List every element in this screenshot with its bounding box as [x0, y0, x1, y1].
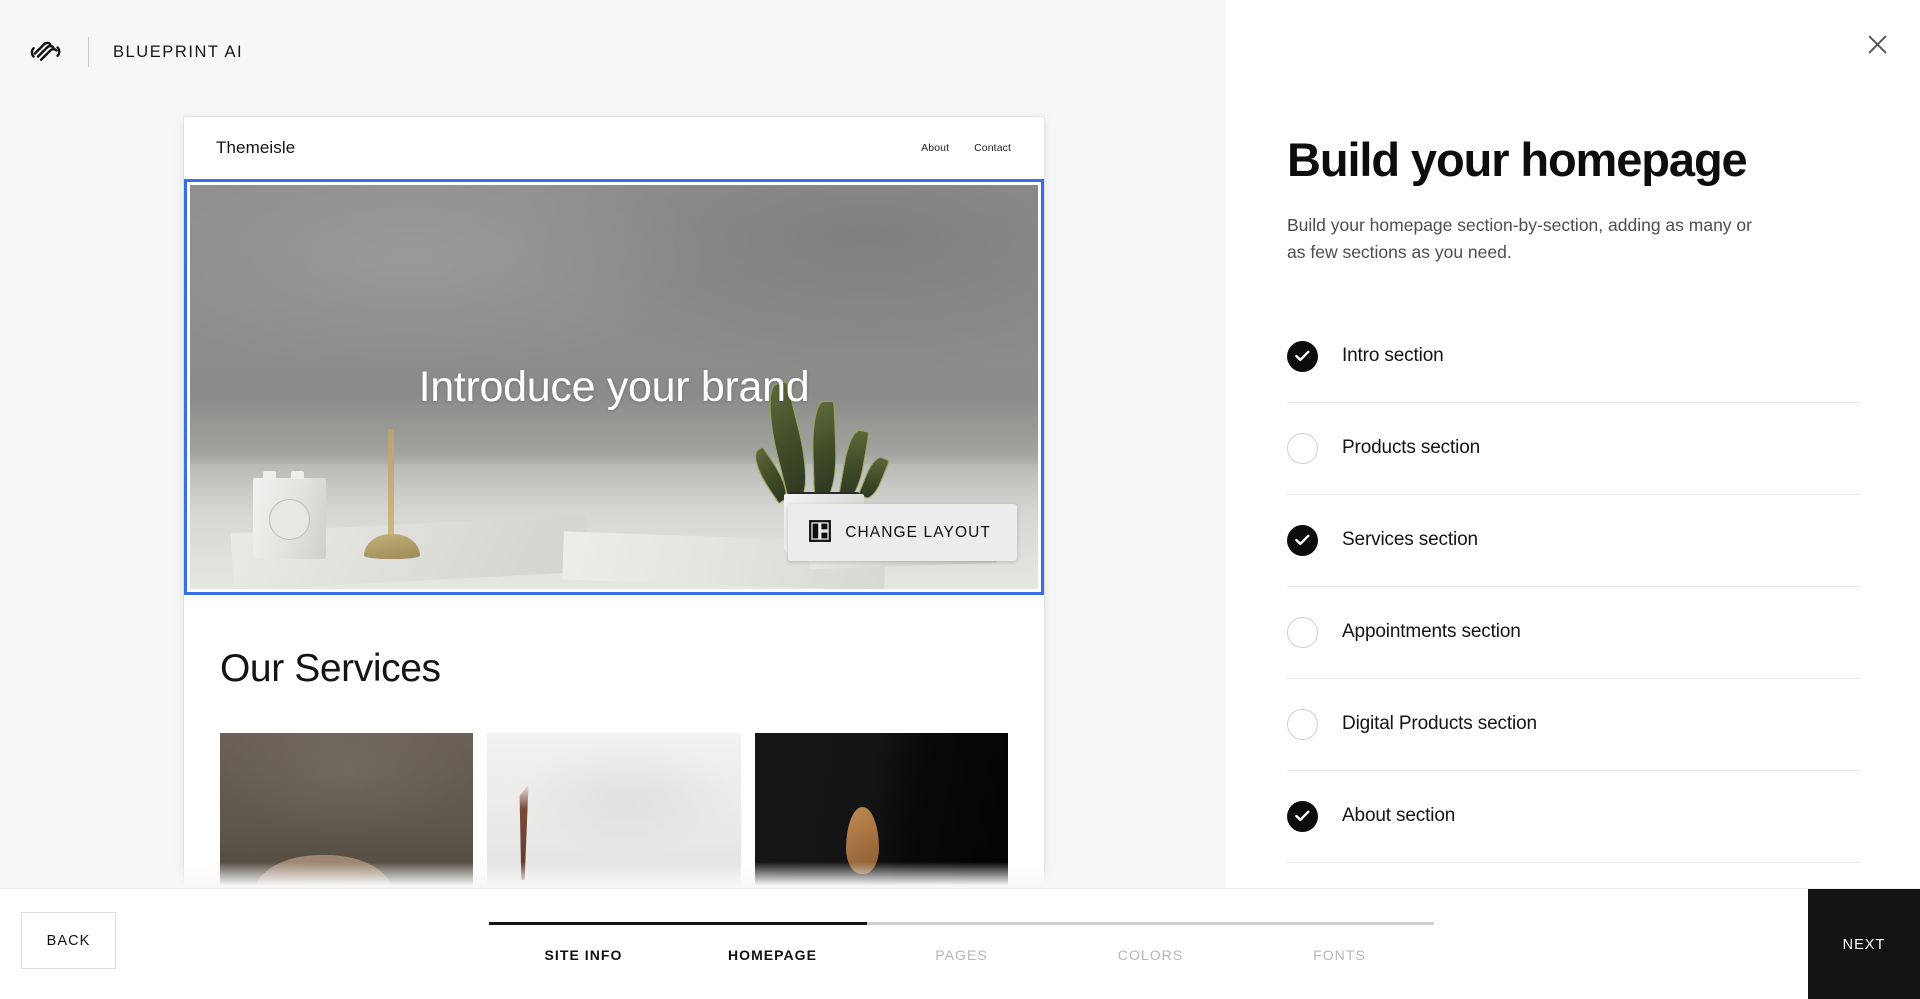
step-pages[interactable]: PAGES [867, 947, 1056, 963]
checkbox-services-section[interactable] [1287, 525, 1318, 556]
section-row-products[interactable]: Products section [1287, 403, 1860, 495]
change-layout-button[interactable]: CHANGE LAYOUT [788, 504, 1017, 561]
section-label: Services section [1342, 529, 1478, 551]
page-title: Build your homepage [1287, 135, 1860, 184]
back-button[interactable]: BACK [21, 912, 116, 969]
next-button[interactable]: NEXT [1808, 889, 1920, 999]
checkbox-about-section[interactable] [1287, 801, 1318, 832]
section-label: Products section [1342, 437, 1480, 459]
section-label: Appointments section [1342, 621, 1521, 643]
app-root: BLUEPRINT AI Themeisle About Contact [0, 0, 1920, 999]
section-row-digital-products[interactable]: Digital Products section [1287, 679, 1860, 771]
close-button[interactable] [1861, 30, 1893, 62]
section-row-appointments[interactable]: Appointments section [1287, 587, 1860, 679]
checkbox-products-section[interactable] [1287, 433, 1318, 464]
service-thumbnail[interactable] [220, 733, 473, 888]
change-layout-label: CHANGE LAYOUT [845, 524, 991, 542]
brand-divider [88, 37, 89, 67]
step-site-info[interactable]: SITE INFO [489, 947, 678, 963]
homepage-builder-panel: Build your homepage Build your homepage … [1226, 0, 1920, 888]
layout-icon [809, 520, 831, 545]
step-homepage[interactable]: HOMEPAGE [678, 947, 867, 963]
section-label: Intro section [1342, 345, 1444, 367]
checkbox-appointments-section[interactable] [1287, 617, 1318, 648]
section-list: Intro section Products section [1287, 311, 1860, 863]
wizard-steps: SITE INFO HOMEPAGE PAGES COLORS FONTS [489, 922, 1434, 963]
section-row-intro[interactable]: Intro section [1287, 311, 1860, 403]
hero-banner[interactable]: Introduce your brand CHANGE LAYOUT [190, 185, 1038, 589]
squarespace-logo-icon [29, 35, 63, 69]
page-subtitle: Build your homepage section-by-section, … [1287, 212, 1767, 265]
progress-track [489, 922, 1434, 925]
wizard-footer: BACK SITE INFO HOMEPAGE PAGES COLORS FON… [0, 888, 1920, 999]
preview-site-header: Themeisle About Contact [184, 117, 1044, 179]
close-icon [1868, 35, 1887, 57]
preview-site-title: Themeisle [216, 138, 295, 158]
services-thumbnails [220, 733, 1008, 888]
panel-body: Build your homepage Build your homepage … [1226, 0, 1920, 863]
intro-section-selected[interactable]: Introduce your brand CHANGE LAYOUT [184, 179, 1044, 595]
section-row-about[interactable]: About section [1287, 771, 1860, 863]
preview-site-nav: About Contact [921, 142, 1011, 154]
step-labels: SITE INFO HOMEPAGE PAGES COLORS FONTS [489, 947, 1434, 963]
site-preview: Themeisle About Contact [184, 117, 1044, 888]
section-row-services[interactable]: Services section [1287, 495, 1860, 587]
section-label: Digital Products section [1342, 713, 1537, 735]
step-fonts[interactable]: FONTS [1245, 947, 1434, 963]
checkbox-intro-section[interactable] [1287, 341, 1318, 372]
step-colors[interactable]: COLORS [1056, 947, 1245, 963]
services-heading: Our Services [220, 647, 1008, 691]
checkbox-digital-products-section[interactable] [1287, 709, 1318, 740]
brand-name: BLUEPRINT AI [113, 43, 243, 62]
preview-pane: BLUEPRINT AI Themeisle About Contact [0, 0, 1226, 888]
service-thumbnail[interactable] [755, 733, 1008, 888]
preview-nav-about[interactable]: About [921, 142, 949, 154]
brand-bar: BLUEPRINT AI [0, 0, 1226, 104]
service-thumbnail[interactable] [487, 733, 740, 888]
progress-fill [489, 922, 867, 925]
services-section[interactable]: Our Services [184, 595, 1044, 888]
section-label: About section [1342, 805, 1455, 827]
preview-nav-contact[interactable]: Contact [974, 142, 1011, 154]
